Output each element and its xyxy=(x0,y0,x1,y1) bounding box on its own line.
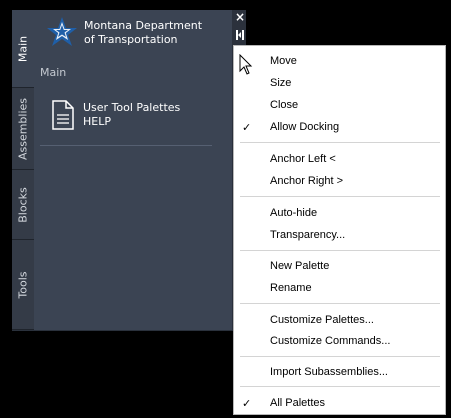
menu-item-rename[interactable]: Rename xyxy=(270,282,312,294)
tab-tools-label: Tools xyxy=(16,270,30,299)
tab-assemblies[interactable]: Assemblies xyxy=(12,88,34,170)
menu-item-customize-commands[interactable]: Customize Commands... xyxy=(270,335,390,347)
menu-item-import-subassemblies[interactable]: Import Subassemblies... xyxy=(270,366,388,378)
menu-item-size[interactable]: Size xyxy=(270,77,291,89)
palette-context-menu: Move Size Close ✓ Allow Docking Anchor L… xyxy=(233,45,446,415)
menu-item-move[interactable]: Move xyxy=(270,55,297,67)
menu-item-customize-palettes[interactable]: Customize Palettes... xyxy=(270,314,374,326)
mouse-pointer-icon xyxy=(239,54,253,75)
close-icon[interactable]: × xyxy=(234,10,246,24)
menu-item-all-palettes[interactable]: All Palettes xyxy=(270,397,325,409)
organization-name: Montana Department of Transportation xyxy=(84,19,224,47)
tab-blocks-label: Blocks xyxy=(16,186,30,223)
allow-docking-check-icon: ✓ xyxy=(242,121,252,134)
menu-item-transparency[interactable]: Transparency... xyxy=(270,229,345,241)
tool-item-line2: HELP xyxy=(83,115,111,128)
document-icon[interactable] xyxy=(52,100,74,130)
tool-item-line1: User Tool Palettes xyxy=(83,101,181,114)
tab-main[interactable]: Main xyxy=(12,10,34,88)
tab-main-label: Main xyxy=(16,35,30,62)
organization-name-line1: Montana Department xyxy=(84,19,203,32)
menu-separator xyxy=(240,250,440,251)
menu-separator xyxy=(240,303,440,304)
menu-item-new-palette[interactable]: New Palette xyxy=(270,260,329,272)
all-palettes-check-icon: ✓ xyxy=(242,397,252,410)
tool-palette xyxy=(12,10,233,331)
tool-item-user-tool-palettes-help[interactable]: User Tool Palettes HELP xyxy=(83,101,180,129)
menu-item-auto-hide[interactable]: Auto-hide xyxy=(270,207,317,219)
menu-item-allow-docking[interactable]: Allow Docking xyxy=(270,121,339,133)
tab-blocks[interactable]: Blocks xyxy=(12,170,34,240)
menu-item-close[interactable]: Close xyxy=(270,99,298,111)
palette-tab-strip: Main Assemblies Blocks Tools xyxy=(12,10,34,330)
tab-tools[interactable]: Tools xyxy=(12,240,34,330)
menu-separator xyxy=(240,356,440,357)
organization-name-line2: of Transportation xyxy=(84,33,178,46)
tab-assemblies-label: Assemblies xyxy=(16,97,30,160)
section-title: Main xyxy=(40,66,67,79)
menu-item-anchor-right[interactable]: Anchor Right > xyxy=(270,175,343,187)
palette-properties-icon[interactable] xyxy=(234,28,246,42)
menu-separator xyxy=(240,142,440,143)
menu-separator xyxy=(240,196,440,197)
montana-star-logo-icon xyxy=(47,17,77,46)
menu-separator xyxy=(240,386,440,387)
menu-item-anchor-left[interactable]: Anchor Left < xyxy=(270,153,336,165)
palette-divider xyxy=(40,145,212,146)
